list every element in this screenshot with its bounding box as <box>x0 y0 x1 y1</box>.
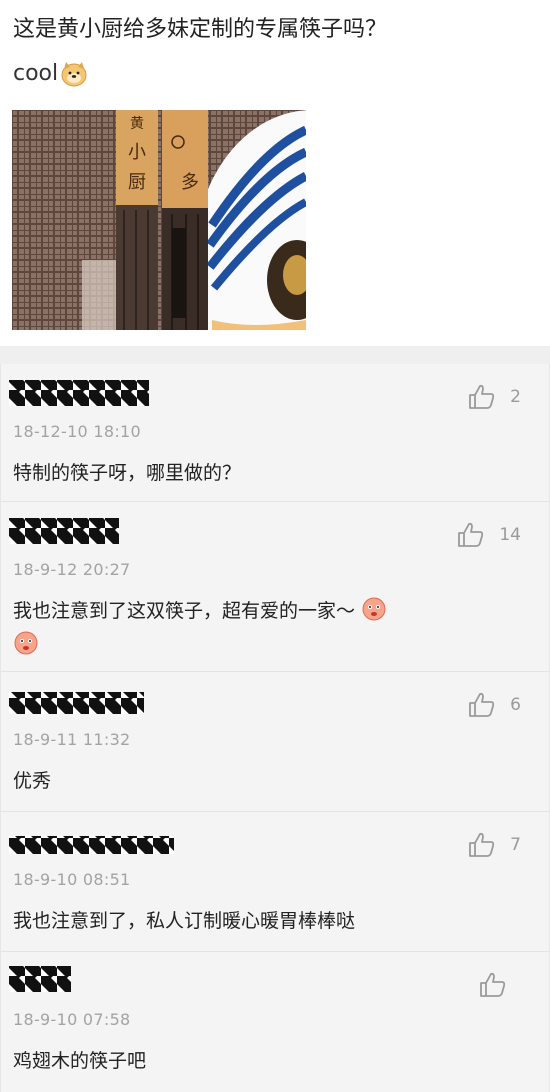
comment-list: 18-12-10 18:10 特制的筷子呀，哪里做的？ 2 18-9-12 20… <box>0 364 550 1092</box>
like-button[interactable]: 2 <box>468 384 521 410</box>
like-count: 14 <box>499 525 521 545</box>
section-divider <box>0 346 550 364</box>
comment-date: 18-9-12 20:27 <box>13 560 131 579</box>
comment-date: 18-9-10 07:58 <box>13 1010 131 1029</box>
redacted-username <box>9 836 174 854</box>
comment-item: 18-9-10 07:58 鸡翅木的筷子吧 <box>1 952 549 1092</box>
comment-text: 特制的筷子呀，哪里做的？ <box>13 462 242 484</box>
blush-face-emoji <box>362 597 386 621</box>
comment-text-content: 我也注意到了这双筷子，超有爱的一家～ <box>13 600 356 622</box>
post-subtitle: cool <box>13 58 88 90</box>
comment-date: 18-12-10 18:10 <box>13 422 142 441</box>
thumbs-up-icon <box>469 692 495 717</box>
like-button[interactable] <box>479 972 521 998</box>
post-photo[interactable]: 黄 小 厨 多 <box>12 110 306 330</box>
comment-date: 18-9-11 11:32 <box>13 730 131 749</box>
redacted-username <box>9 966 71 992</box>
post-subtitle-text: cool <box>13 61 59 86</box>
chopsticks-photo: 黄 小 厨 多 <box>12 110 306 330</box>
like-count: 6 <box>510 695 521 715</box>
chopstick-mark-3: 厨 <box>128 172 146 193</box>
redacted-username <box>9 518 119 544</box>
like-button[interactable]: 14 <box>457 522 521 548</box>
chopstick-mark-1: 黄 <box>130 115 144 132</box>
comment-item: 18-12-10 18:10 特制的筷子呀，哪里做的？ 2 <box>1 364 549 502</box>
comment-text: 我也注意到了，私人订制暖心暖胃棒棒哒 <box>13 910 356 932</box>
thumbs-up-icon <box>458 522 484 547</box>
chopstick-mark-2: 小 <box>128 142 146 163</box>
comment-text: 优秀 <box>13 770 52 792</box>
like-count: 7 <box>510 835 521 855</box>
redacted-username <box>9 692 144 714</box>
comment-date: 18-9-10 08:51 <box>13 870 131 889</box>
comment-text: 我也注意到了这双筷子，超有爱的一家～ <box>13 594 513 662</box>
comment-item: 18-9-10 08:51 我也注意到了，私人订制暖心暖胃棒棒哒 7 <box>1 812 549 952</box>
redacted-username <box>9 380 149 406</box>
blush-face-emoji <box>14 631 38 655</box>
chopstick-mark-4: 多 <box>181 172 199 193</box>
doge-emoji <box>61 62 87 87</box>
like-button[interactable]: 6 <box>468 692 521 718</box>
comment-text: 鸡翅木的筷子吧 <box>13 1050 147 1072</box>
thumbs-up-icon <box>469 384 495 409</box>
like-button[interactable]: 7 <box>468 832 521 858</box>
post-title: 这是黄小厨给多妹定制的专属筷子吗？ <box>13 17 388 42</box>
comment-item: 18-9-12 20:27 我也注意到了这双筷子，超有爱的一家～ 14 <box>1 502 549 672</box>
comment-item: 18-9-11 11:32 优秀 6 <box>1 672 549 812</box>
post: 这是黄小厨给多妹定制的专属筷子吗？ cool 黄 小 厨 多 <box>0 0 550 346</box>
thumbs-up-icon <box>469 832 495 857</box>
like-count: 2 <box>510 387 521 407</box>
thumbs-up-icon <box>480 972 506 997</box>
